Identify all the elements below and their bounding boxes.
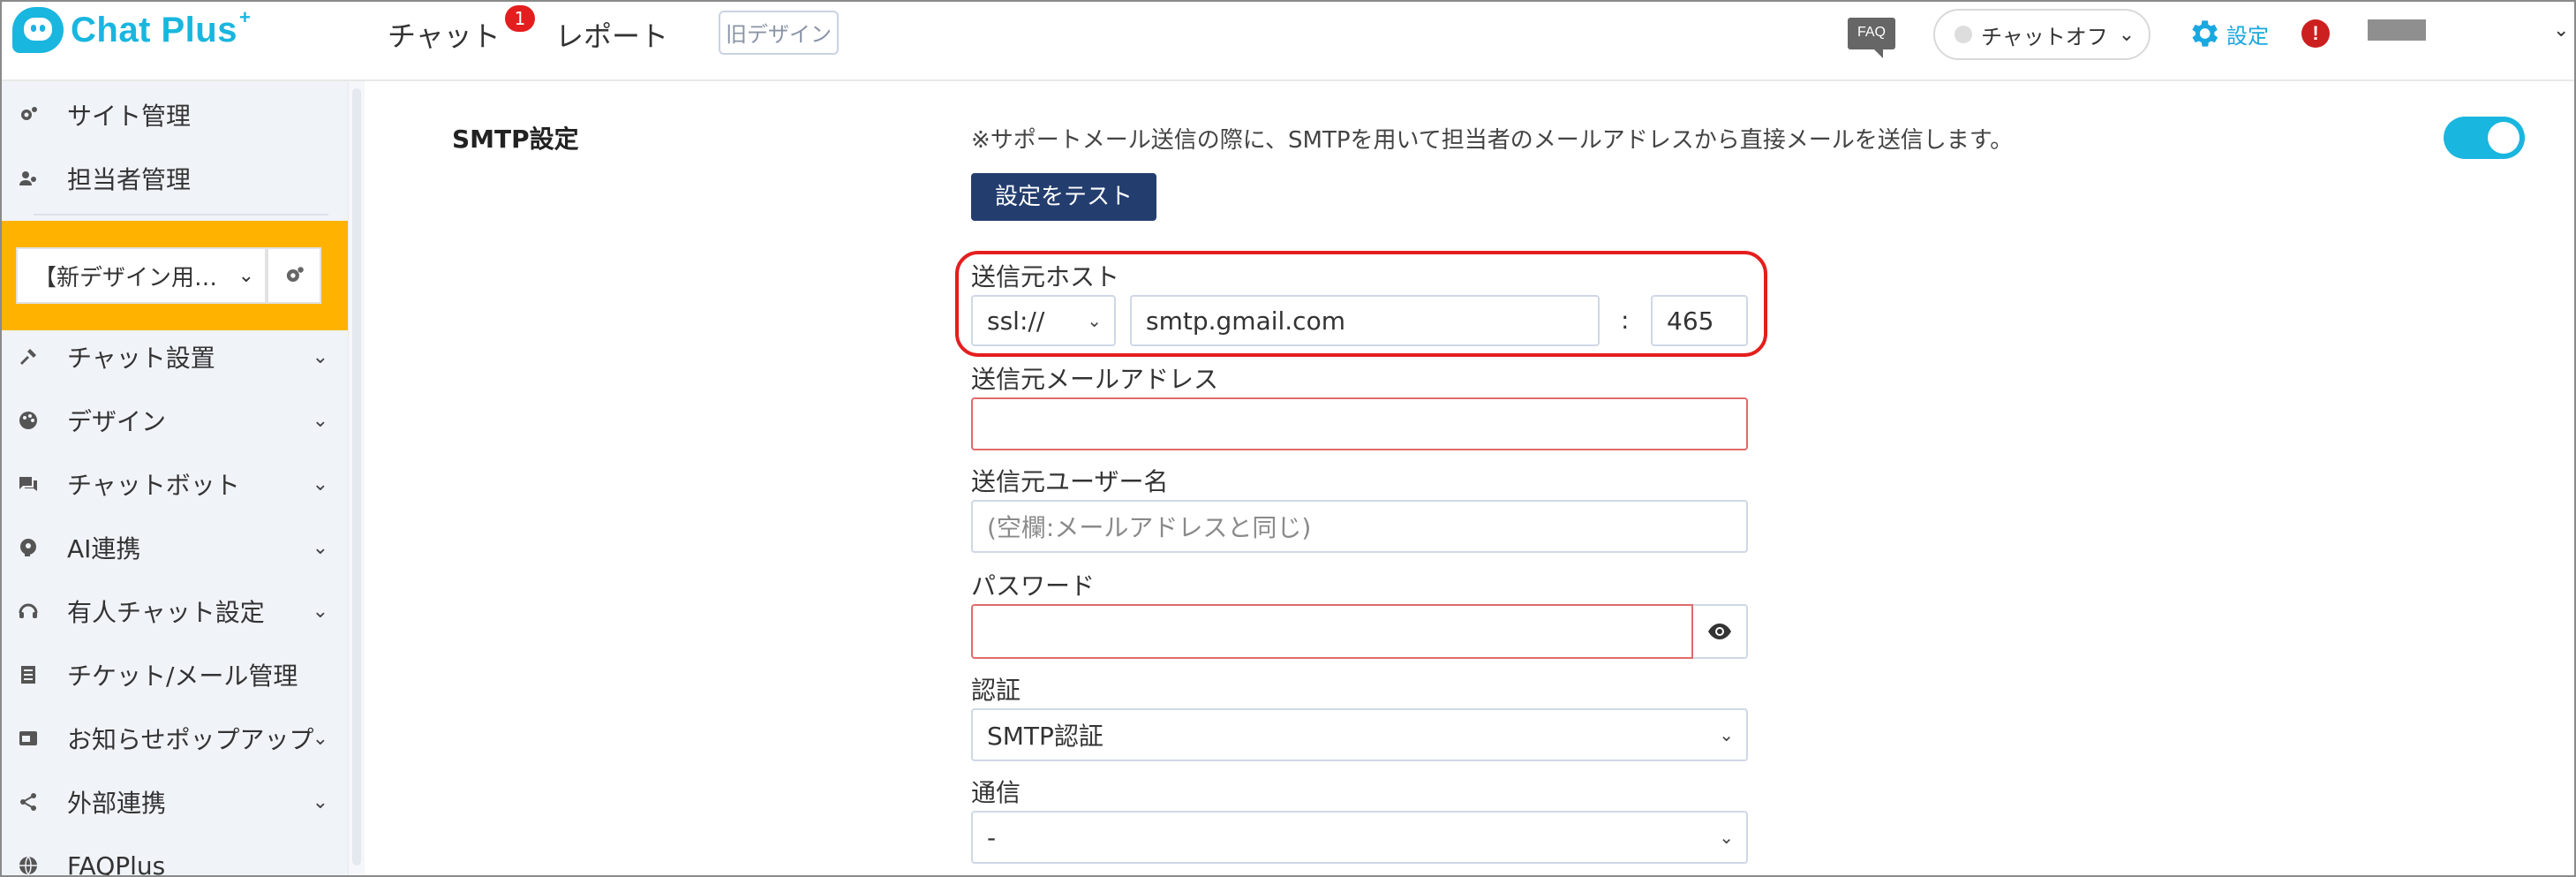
nav-report[interactable]: レポート bbox=[555, 14, 668, 55]
settings-label: 設定 bbox=[2226, 23, 2269, 49]
sidebar-item-staff-management[interactable]: 担当者管理 bbox=[2, 152, 348, 205]
sidebar-divider bbox=[34, 214, 328, 215]
sidebar-item-faqplus[interactable]: FAQPlus bbox=[2, 839, 348, 877]
sidebar-item-label: チケット/メール管理 bbox=[67, 662, 298, 691]
ticket-list-icon bbox=[16, 662, 41, 687]
chevron-down-icon: ⌄ bbox=[312, 727, 328, 750]
sidebar-item-live-chat-settings[interactable]: 有人チャット設定 ⌄ bbox=[2, 585, 348, 638]
comm-value: - bbox=[987, 822, 997, 852]
username-field[interactable]: (空欄:メールアドレスと同じ) bbox=[971, 500, 1748, 553]
chevron-down-icon: ⌄ bbox=[312, 536, 328, 559]
headset-icon bbox=[16, 599, 41, 624]
chevron-down-icon: ⌄ bbox=[237, 264, 254, 287]
alert-icon[interactable]: ! bbox=[2301, 19, 2330, 48]
status-dot-icon bbox=[1955, 26, 1972, 43]
chevron-down-icon: ⌄ bbox=[312, 345, 328, 368]
users-icon bbox=[16, 166, 41, 191]
sidebar-item-chat-install[interactable]: チャット設置 ⌄ bbox=[2, 330, 348, 383]
section-title: SMTP設定 bbox=[452, 125, 579, 154]
nav-chat[interactable]: チャット bbox=[388, 14, 501, 55]
chevron-down-icon: ⌄ bbox=[312, 473, 328, 495]
palette-icon bbox=[16, 408, 41, 433]
sidebar-item-design[interactable]: デザイン ⌄ bbox=[2, 394, 348, 447]
logo-plus: + bbox=[238, 6, 251, 28]
username-label: 送信元ユーザー名 bbox=[971, 467, 1169, 496]
chevron-down-icon: ⌄ bbox=[2118, 23, 2135, 46]
logo[interactable]: Chat Plus + bbox=[12, 6, 251, 53]
sidebar-item-label: お知らせポップアップ bbox=[67, 725, 314, 754]
show-password-button[interactable] bbox=[1693, 604, 1748, 659]
email-label: 送信元メールアドレス bbox=[971, 365, 1219, 394]
sidebar-item-label: 担当者管理 bbox=[67, 165, 192, 194]
chevron-down-icon: ⌄ bbox=[312, 790, 328, 813]
auth-label: 認証 bbox=[971, 676, 1021, 705]
sidebar-scrollbar[interactable] bbox=[348, 81, 365, 875]
user-menu-chevron-icon[interactable]: ⌄ bbox=[2553, 19, 2569, 42]
sidebar-item-label: サイト管理 bbox=[67, 102, 192, 131]
sidebar-item-site-management[interactable]: サイト管理 bbox=[2, 88, 348, 141]
logo-text: Chat Plus bbox=[71, 10, 237, 49]
chat-status-label: チャットオフ bbox=[1981, 24, 2108, 49]
username-placeholder: (空欄:メールアドレスと同じ) bbox=[987, 513, 1312, 542]
password-label: パスワード bbox=[971, 571, 1096, 601]
site-select-dropdown[interactable]: 【新デザイン用… ⌄ bbox=[16, 247, 267, 304]
smtp-description: ※サポートメール送信の際に、SMTPを用いて担当者のメールアドレスから直接メール… bbox=[971, 127, 2014, 154]
comm-label: 通信 bbox=[971, 778, 1021, 807]
faq-icon[interactable]: FAQ bbox=[1848, 18, 1895, 58]
auth-value: SMTP認証 bbox=[987, 722, 1103, 751]
password-field[interactable] bbox=[971, 604, 1693, 659]
sidebar-item-label: デザイン bbox=[67, 407, 167, 436]
settings-link[interactable]: 設定 bbox=[2186, 16, 2269, 51]
smtp-enable-toggle[interactable] bbox=[2444, 117, 2525, 159]
email-field[interactable] bbox=[971, 397, 1748, 450]
gear-people-icon bbox=[16, 102, 41, 127]
auth-select[interactable]: SMTP認証 ⌄ bbox=[971, 708, 1748, 761]
top-header: Chat Plus + チャット 1 レポート 旧デザイン FAQ チャットオフ… bbox=[2, 2, 2574, 81]
site-select-value: 【新デザイン用… bbox=[34, 264, 218, 291]
sidebar-item-label: 外部連携 bbox=[67, 789, 167, 818]
toggle-knob bbox=[2488, 122, 2520, 154]
scrollbar-thumb[interactable] bbox=[352, 88, 361, 866]
sidebar-item-ticket-mail[interactable]: チケット/メール管理 bbox=[2, 648, 348, 701]
app-frame: Chat Plus + チャット 1 レポート 旧デザイン FAQ チャットオフ… bbox=[0, 0, 2576, 877]
eye-icon bbox=[1708, 624, 1731, 639]
chat-bubbles-icon bbox=[16, 472, 41, 496]
ai-head-icon bbox=[16, 535, 41, 560]
chevron-down-icon: ⌄ bbox=[1719, 827, 1734, 848]
sidebar-item-label: チャットボット bbox=[67, 471, 240, 500]
chevron-down-icon: ⌄ bbox=[312, 600, 328, 623]
host-highlight-annotation bbox=[955, 251, 1767, 357]
avatar[interactable] bbox=[2368, 19, 2426, 41]
sidebar-item-notification-popup[interactable]: お知らせポップアップ ⌄ bbox=[2, 712, 348, 765]
tools-icon bbox=[16, 344, 41, 369]
share-icon bbox=[16, 790, 41, 814]
chevron-down-icon: ⌄ bbox=[312, 409, 328, 432]
sidebar-item-external-integration[interactable]: 外部連携 ⌄ bbox=[2, 775, 348, 828]
sidebar-item-chatbot[interactable]: チャットボット ⌄ bbox=[2, 457, 348, 510]
gear-icon bbox=[2192, 20, 2218, 47]
sidebar-item-label: AI連携 bbox=[67, 534, 141, 563]
chat-status-toggle[interactable]: チャットオフ ⌄ bbox=[1933, 9, 2150, 60]
sidebar-item-label: チャット設置 bbox=[67, 344, 215, 373]
chat-bubble-logo-icon bbox=[12, 7, 64, 53]
popup-window-icon bbox=[16, 726, 41, 751]
sidebar-item-label: 有人チャット設定 bbox=[67, 598, 265, 627]
sidebar-item-ai[interactable]: AI連携 ⌄ bbox=[2, 521, 348, 574]
site-settings-button[interactable] bbox=[267, 247, 321, 304]
sidebar-item-label: FAQPlus bbox=[67, 851, 166, 877]
old-design-button[interactable]: 旧デザイン bbox=[719, 11, 839, 55]
chat-count-badge: 1 bbox=[505, 5, 535, 32]
gear-icon bbox=[286, 267, 304, 283]
chevron-down-icon: ⌄ bbox=[1719, 724, 1734, 745]
comm-select[interactable]: - ⌄ bbox=[971, 811, 1748, 864]
globe-icon bbox=[16, 853, 41, 875]
test-settings-button[interactable]: 設定をテスト bbox=[971, 173, 1156, 221]
